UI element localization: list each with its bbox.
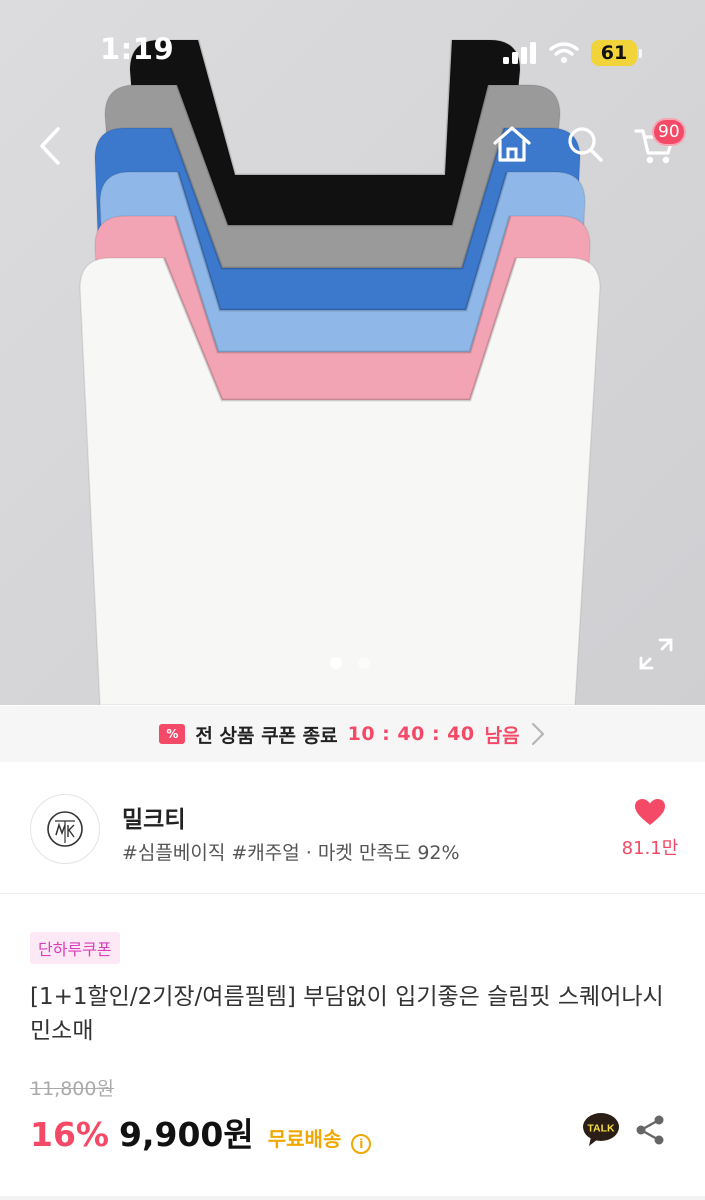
kakaotalk-share-button[interactable]: TALK (582, 1112, 620, 1148)
coupon-banner[interactable]: % 전 상품 쿠폰 종료 10 : 40 : 40 남음 (0, 706, 705, 762)
divider (0, 1196, 705, 1200)
status-bar: 1:19 61 (0, 0, 705, 100)
free-shipping-label: 무료배송 (267, 1127, 342, 1151)
pagination-dot[interactable] (358, 657, 370, 669)
svg-text:TALK: TALK (587, 1123, 615, 1135)
talk-icon: TALK (583, 1113, 619, 1146)
info-icon[interactable]: i (351, 1134, 372, 1154)
search-button[interactable] (563, 122, 607, 166)
shop-info: 밀크티 #심플베이직 #캐주얼 · 마켓 만족도 92% 81.1만 (0, 762, 705, 894)
shop-logo[interactable] (30, 794, 100, 864)
signal-icon (503, 42, 536, 64)
home-button[interactable] (490, 122, 534, 166)
chevron-left-icon (40, 127, 60, 165)
wifi-icon (549, 42, 579, 63)
share-icon (636, 1115, 664, 1145)
expand-icon (639, 638, 673, 670)
pagination-dot[interactable] (330, 657, 342, 669)
cart-count-badge: 90 (652, 118, 686, 146)
image-pagination (330, 657, 370, 669)
shop-meta: #심플베이직 #캐주얼 · 마켓 만족도 92% (122, 842, 460, 864)
like-button[interactable]: 81.1만 (620, 798, 680, 862)
price-row: 16% 9,900원 무료배송 i (30, 1108, 372, 1156)
share-button[interactable] (634, 1114, 666, 1146)
status-icons: 61 (503, 38, 642, 68)
search-icon (568, 127, 603, 162)
coupon-remain-label: 남음 (484, 724, 520, 747)
discount-rate: 16% (30, 1115, 109, 1154)
shop-logo-mark (47, 811, 83, 847)
status-time: 1:19 (100, 32, 175, 66)
product-photo (0, 0, 705, 705)
back-button[interactable] (28, 122, 72, 170)
coupon-banner-text: 전 상품 쿠폰 종료 (195, 724, 338, 747)
product-title: [1+1할인/2기장/여름필템] 부담없이 입기좋은 슬림핏 스퀘어나시 민소매 (30, 984, 664, 1044)
chevron-right-icon (531, 722, 544, 746)
coupon-badge: 단하루쿠폰 (30, 932, 120, 964)
like-count: 81.1만 (621, 838, 679, 859)
shop-name[interactable]: 밀크티 (122, 800, 185, 834)
coupon-timer: 10 : 40 : 40 (347, 723, 475, 745)
coupon-ticket-icon: % (159, 724, 186, 744)
battery-icon: 61 (591, 40, 642, 66)
product-image[interactable]: 1:19 61 90 (0, 0, 705, 705)
home-icon (493, 126, 531, 162)
fullscreen-button[interactable] (638, 637, 674, 671)
original-price: 11,800원 (30, 1078, 114, 1100)
battery-level: 61 (591, 40, 637, 66)
sale-price: 9,900원 (119, 1115, 254, 1154)
heart-icon (635, 799, 665, 825)
